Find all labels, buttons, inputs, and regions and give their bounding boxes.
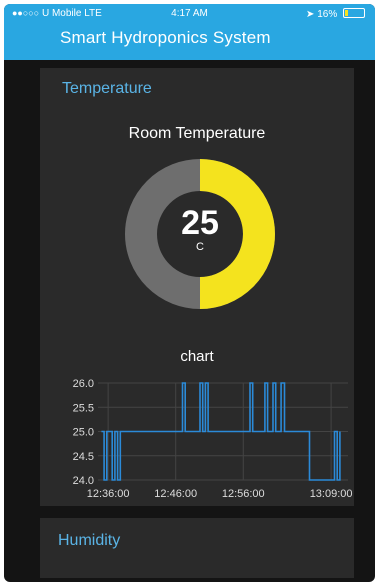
gauge-value: 25 — [181, 204, 219, 242]
status-right: ➤ 16% — [306, 8, 365, 20]
y-tick-label: 24.5 — [73, 451, 94, 463]
temperature-series-line — [101, 382, 341, 481]
chart-title: chart — [180, 348, 214, 365]
battery-fill — [345, 10, 348, 16]
x-tick-label: 12:36:00 — [87, 488, 130, 500]
app-header: ●●○○○ U Mobile LTE 4:17 AM ➤ 16% Smart H… — [4, 4, 375, 60]
y-tick-label: 26.0 — [73, 378, 94, 390]
gauge-unit: C — [196, 241, 204, 253]
x-tick-label: 13:09:00 — [310, 488, 353, 500]
humidity-card: Humidity — [40, 518, 354, 578]
temperature-gauge: 25 C — [125, 159, 275, 309]
temperature-card-title[interactable]: Temperature — [62, 80, 152, 98]
status-bar: ●●○○○ U Mobile LTE 4:17 AM ➤ 16% — [4, 4, 375, 22]
y-tick-label: 25.0 — [73, 427, 94, 439]
battery-percent: 16% — [317, 9, 338, 20]
y-tick-label: 24.0 — [73, 475, 94, 487]
y-tick-label: 25.5 — [73, 402, 94, 414]
x-tick-label: 12:56:00 — [222, 488, 265, 500]
app-title: Smart Hydroponics System — [60, 28, 271, 47]
humidity-card-title[interactable]: Humidity — [58, 532, 120, 550]
location-icon: ➤ — [306, 9, 315, 20]
gauge-title: Room Temperature — [128, 125, 266, 142]
x-tick-label: 12:46:00 — [154, 488, 197, 500]
phone-screen: ●●○○○ U Mobile LTE 4:17 AM ➤ 16% Smart H… — [4, 4, 375, 582]
temperature-card: Temperature Room Temperature 25 C chart … — [40, 68, 354, 506]
temperature-chart: 26.0 25.5 25.0 24.5 24.012:36:00 12:46:00 12:5… — [73, 378, 353, 500]
battery-icon — [343, 8, 365, 18]
